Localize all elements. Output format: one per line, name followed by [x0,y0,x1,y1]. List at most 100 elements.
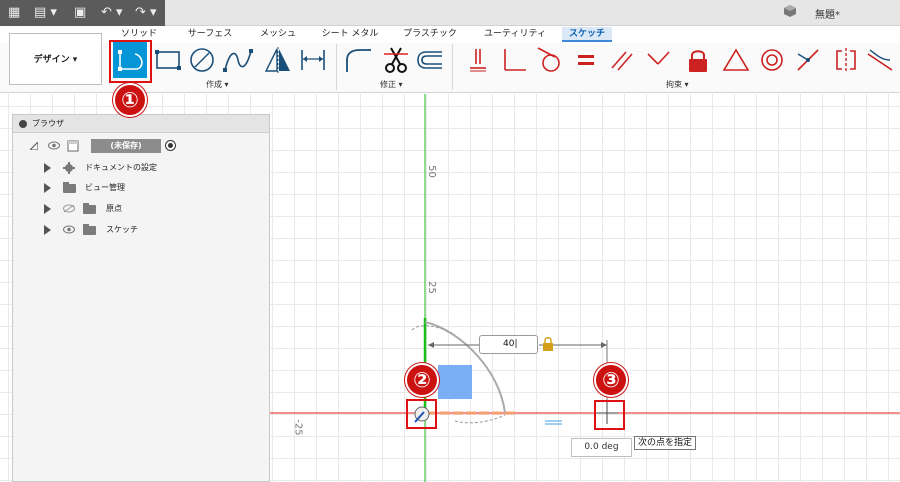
browser-item-label: スケッチ [106,225,138,234]
browser-item-named-views[interactable]: ビュー管理 [13,179,269,197]
unsaved-label: (未保存) [91,139,161,153]
line-icon [118,50,143,71]
callout-2: ② [405,363,439,397]
collapsed-triangle-icon[interactable] [44,204,51,214]
concentric-tool-button[interactable] [756,46,788,74]
browser-header[interactable]: ブラウザ [13,115,269,133]
eye-hidden-icon[interactable] [63,204,75,213]
tab-sketch[interactable]: スケッチ [562,27,612,42]
gear-icon [63,162,75,174]
equal-tool-button[interactable] [570,46,602,74]
top-bar: ▦ ▤ ▾ ▣ ↶ ▾ ↷ ▾ 無題* [0,0,900,26]
tangent-icon [537,47,560,72]
circle-icon [190,48,214,72]
workspace-switcher-button[interactable]: デザイン ▾ [9,33,102,85]
offset-tool-button[interactable] [414,46,446,74]
mirror-tool-button[interactable] [262,46,294,74]
tangent-tool-button[interactable] [534,46,566,74]
tab-plastic[interactable]: プラスチック [401,27,459,42]
rectangle-icon [155,50,181,70]
collapsed-triangle-icon[interactable] [44,225,51,235]
document-cube-icon [784,5,796,17]
folder-icon [63,182,76,193]
offset-icon [417,51,442,69]
angle-input[interactable]: 0.0 deg [571,438,632,457]
spline-tool-button[interactable] [222,46,254,74]
collapsed-triangle-icon[interactable] [44,183,51,193]
concentric-icon [761,49,783,71]
axis-label-50: 50 [425,165,437,178]
separator [336,44,337,90]
rectangle-tool-button[interactable] [152,46,184,74]
folder-icon [83,224,96,235]
callout-1: ① [113,83,147,117]
constraints-group-label[interactable]: 拘束 ▾ [666,79,689,90]
browser-panel: ブラウザ (未保存) ドキュメントの設定 ビュー管理 原点 スケッチ [12,114,270,482]
separator [452,44,453,90]
parallel-tool-button[interactable] [606,46,638,74]
document-title: 無題* [815,10,840,21]
dimension-value: 40 [503,339,515,349]
axis-label-neg25: -25 [292,419,304,436]
browser-item-origin[interactable]: 原点 [13,200,269,218]
perpendicular-icon [504,49,526,71]
tab-sheet-metal[interactable]: シート メタル [321,27,379,42]
cursor-tooltip: 次の点を指定 [634,436,697,450]
active-radio[interactable] [165,140,176,151]
browser-item-label: ビュー管理 [85,183,125,192]
file-icon[interactable]: ▤ ▾ [34,5,57,21]
modify-group-label[interactable]: 修正 ▾ [380,79,403,90]
fix-tool-button[interactable] [682,46,714,74]
collinear-icon [647,51,670,65]
quick-access-toolbar: ▦ ▤ ▾ ▣ ↶ ▾ ↷ ▾ [0,0,165,26]
save-icon[interactable]: ▣ [74,5,86,21]
tab-solid[interactable]: ソリッド [118,27,160,42]
fillet-tool-button[interactable] [342,46,374,74]
curvature-tool-button[interactable] [864,46,896,74]
dimension-input[interactable]: 40| [479,335,538,354]
tab-utility[interactable]: ユーティリティ [482,27,548,42]
curvature-icon [867,49,893,71]
perpendicular-tool-button[interactable] [498,46,530,74]
browser-item-document-settings[interactable]: ドキュメントの設定 [13,159,269,177]
trim-tool-button[interactable] [380,46,412,74]
app-window: ▦ ▤ ▾ ▣ ↶ ▾ ↷ ▾ 無題* ソリッド サーフェス メッシュ シート … [0,0,900,482]
horizontal-vertical-icon [470,49,486,72]
equal-icon [578,55,594,65]
callout-3: ③ [594,363,628,397]
eye-icon[interactable] [63,225,75,234]
parallel-icon [611,51,633,71]
eye-icon[interactable] [48,141,60,150]
coincident-point-tool-button[interactable] [792,46,824,74]
symmetry-icon [836,48,856,72]
redo-icon[interactable]: ↷ ▾ [135,5,157,21]
expanded-triangle-icon[interactable] [30,142,38,150]
dimension-icon [301,50,325,70]
browser-title: ブラウザ [32,119,64,128]
collapsed-triangle-icon[interactable] [44,163,51,173]
tab-mesh[interactable]: メッシュ [258,27,298,42]
lock-icon [689,50,707,72]
collinear-tool-button[interactable] [642,46,674,74]
coincident-tool-button[interactable] [462,46,494,74]
axis-label-25: 25 [425,281,437,294]
mirror-icon [264,47,290,73]
triangle-icon [722,48,750,71]
create-group-label[interactable]: 作成 ▾ [206,79,229,90]
tab-surface[interactable]: サーフェス [184,27,236,42]
browser-root-node[interactable]: (未保存) [13,137,269,155]
browser-item-label: 原点 [106,204,122,213]
component-icon [67,140,79,152]
dimension-tool-button[interactable] [297,46,329,74]
coincident-icon [797,49,819,71]
folder-icon [83,203,96,214]
browser-item-sketches[interactable]: スケッチ [13,221,269,239]
scissors-icon [384,47,408,73]
symmetry-tool-button[interactable] [830,46,862,74]
circle-tool-button[interactable] [186,46,218,74]
midpoint-tool-button[interactable] [720,46,752,74]
grid-menu-icon[interactable]: ▦ [8,5,20,21]
line-tool-button[interactable] [113,42,147,78]
undo-icon[interactable]: ↶ ▾ [101,5,123,21]
collapse-icon[interactable] [19,120,27,128]
